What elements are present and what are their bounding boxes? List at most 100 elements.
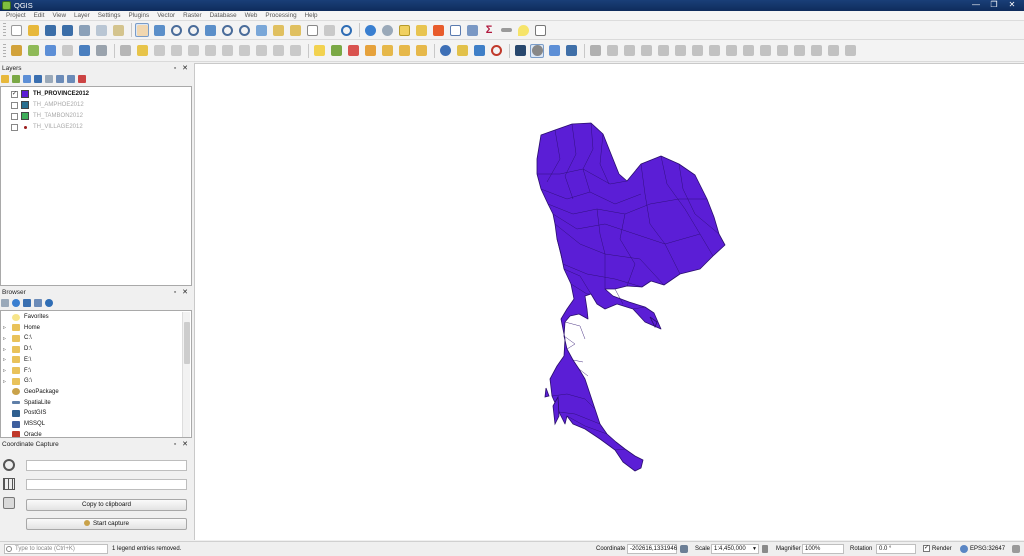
plugin-b-icon[interactable] [472,44,486,58]
layout-manager-icon[interactable] [94,23,108,37]
layer-visibility-checkbox[interactable] [11,101,18,109]
menu-processing[interactable]: Processing [261,11,300,21]
menu-vector[interactable]: Vector [153,11,179,21]
locator-search-input[interactable]: Type to locate (Ctrl+K) [4,544,108,554]
plugin-c-icon[interactable] [489,44,503,58]
measure-line-icon[interactable] [499,23,513,37]
rotation-spinbox[interactable]: 0.0 ° [876,544,916,554]
copy-to-clipboard-button[interactable]: Copy to clipboard [26,499,187,511]
zoom-full-icon[interactable] [203,23,217,37]
close-button[interactable]: ✕ [1004,0,1020,10]
select-by-value-icon[interactable] [414,23,428,37]
text-annotation-icon[interactable] [533,23,547,37]
redo-icon[interactable] [288,44,302,58]
select-features-icon[interactable] [397,23,411,37]
coordinate-field-2[interactable] [26,479,187,490]
toggle-editing-icon[interactable] [118,44,132,58]
browser-item[interactable]: MSSQL [3,419,45,429]
label-tool-icon[interactable] [312,44,326,58]
browser-item[interactable]: ▹ D:\ [3,344,32,354]
refresh-icon[interactable] [12,299,20,307]
temporal-controller-icon[interactable] [322,23,336,37]
shape-tool-11-icon[interactable] [775,44,789,58]
filter-icon[interactable] [23,299,31,307]
visibility-icon[interactable] [23,75,31,83]
shape-tool-6-icon[interactable] [690,44,704,58]
menu-settings[interactable]: Settings [94,11,125,21]
menu-database[interactable]: Database [206,11,241,21]
style-manager-icon[interactable] [111,23,125,37]
expand-arrow-icon[interactable]: ▹ [3,367,9,374]
pan-to-selection-icon[interactable] [152,23,166,37]
style-icon[interactable] [1,75,9,83]
collapse-all-icon[interactable] [67,75,75,83]
crs-button[interactable]: EPSG:32647 [970,544,1005,554]
panel-toggle-icon[interactable] [513,44,527,58]
add-group-icon[interactable] [12,75,20,83]
scale-combobox[interactable]: 1:4,450,000 ▼ [711,544,759,554]
shape-tool-13-icon[interactable] [809,44,823,58]
browser-item[interactable]: ▹ F:\ [3,366,31,376]
shape-tool-15-icon[interactable] [843,44,857,58]
layer-visibility-checkbox[interactable]: ✓ [11,90,18,98]
shape-tool-3-icon[interactable] [639,44,653,58]
maximize-button[interactable]: ❐ [986,0,1002,10]
rotate-label-icon[interactable] [397,44,411,58]
menu-view[interactable]: View [48,11,70,21]
refresh-icon[interactable] [339,23,353,37]
browser-item[interactable]: Oracle [3,430,42,437]
delete-selected-icon[interactable] [203,44,217,58]
undo-icon[interactable] [271,44,285,58]
python-console-icon[interactable] [438,44,452,58]
expand-arrow-icon[interactable]: ▹ [3,346,9,353]
remove-layer-icon[interactable] [78,75,86,83]
grid-icon[interactable] [3,478,15,490]
zoom-last-icon[interactable] [271,23,285,37]
highlight-pinned-icon[interactable] [346,44,360,58]
crosshair-icon[interactable] [3,459,15,471]
menu-edit[interactable]: Edit [30,11,49,21]
dock-float-close-buttons[interactable]: ▫ ✕ [174,440,190,449]
menu-help[interactable]: Help [301,11,322,21]
start-capture-button[interactable]: Start capture [26,518,187,530]
browser-item[interactable]: ▹ G:\ [3,376,32,386]
open-project-icon[interactable] [26,23,40,37]
shape-tool-14-icon[interactable] [826,44,840,58]
shape-tool-2-icon[interactable] [622,44,636,58]
browser-item[interactable]: PostGIS [3,408,46,418]
attribute-table-icon[interactable] [448,23,462,37]
gps-tool-icon[interactable] [564,44,578,58]
dock-float-close-buttons[interactable]: ▫ ✕ [174,64,190,73]
shape-tool-1-icon[interactable] [605,44,619,58]
zoom-native-icon[interactable] [254,23,268,37]
save-as-icon[interactable] [60,23,74,37]
digitize-icon[interactable] [530,43,544,58]
capture-settings-icon[interactable] [3,497,15,509]
zoom-next-icon[interactable] [288,23,302,37]
shape-tool-7-icon[interactable] [707,44,721,58]
map-canvas[interactable] [194,63,1024,540]
copy-features-icon[interactable] [237,44,251,58]
browser-item[interactable]: ▹ E:\ [3,355,31,365]
cut-features-icon[interactable] [220,44,234,58]
scrollbar-thumb[interactable] [184,322,190,364]
minimize-button[interactable]: — [968,0,984,10]
lock-scale-icon[interactable] [762,545,768,553]
browser-item[interactable]: SpatiaLite [3,398,51,408]
browser-item[interactable]: Favorites [3,312,49,322]
paste-features-icon[interactable] [254,44,268,58]
vertex-tool-icon[interactable] [186,44,200,58]
coordinate-field-1[interactable] [26,460,187,471]
menu-layer[interactable]: Layer [70,11,94,21]
identify-features-icon[interactable] [363,23,377,37]
properties-icon[interactable] [45,299,53,307]
shape-tool-5-icon[interactable] [673,44,687,58]
statistics-icon[interactable]: Σ [482,23,496,37]
change-label-icon[interactable] [414,44,428,58]
layer-visibility-checkbox[interactable] [11,123,18,131]
expand-all-icon[interactable] [56,75,64,83]
advanced-digitizing-icon[interactable] [588,44,602,58]
expand-arrow-icon[interactable]: ▹ [3,324,9,331]
show-hide-labels-icon[interactable] [363,44,377,58]
browser-scrollbar[interactable] [182,312,190,437]
